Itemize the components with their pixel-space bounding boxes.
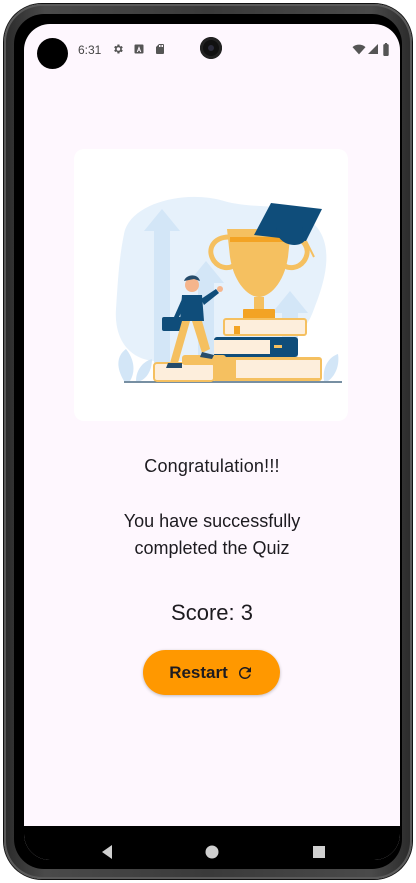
- wifi-icon: [352, 44, 366, 55]
- trophy-graduation-illustration: [74, 149, 348, 421]
- font-icon: [134, 44, 144, 54]
- app-screen: 6:31 Congratulation!!! You have successf…: [24, 24, 400, 860]
- front-camera: [200, 37, 222, 59]
- phone-frame: 6:31 Congratulation!!! You have successf…: [4, 4, 412, 879]
- home-icon[interactable]: [200, 840, 224, 860]
- illustration-graphic: [115, 196, 342, 383]
- score-text: Score: 3: [171, 600, 253, 625]
- success-message: You have successfully completed the Quiz: [123, 511, 301, 558]
- signal-icon: [368, 44, 378, 54]
- settings-icon: [114, 44, 123, 54]
- phone-bezel: 6:31 Congratulation!!! You have successf…: [14, 14, 402, 869]
- congratulation-heading: Congratulation!!!: [144, 456, 280, 476]
- status-time: 6:31: [78, 43, 102, 57]
- restart-button[interactable]: Restart: [143, 650, 280, 695]
- status-bar: 6:31: [24, 24, 400, 69]
- navigation-bar: [24, 826, 400, 860]
- sd-card-icon: [156, 44, 164, 54]
- back-icon[interactable]: [96, 840, 120, 860]
- recents-icon[interactable]: [307, 840, 331, 860]
- camera-cutout: [37, 38, 68, 69]
- battery-icon: [383, 43, 389, 56]
- refresh-icon: [238, 666, 251, 679]
- restart-label: Restart: [169, 662, 228, 682]
